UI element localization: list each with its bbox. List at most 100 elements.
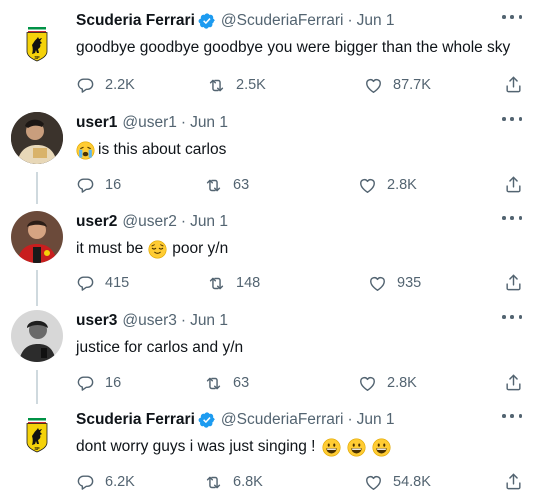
tweet-text: dont worry guys i was just singing ! bbox=[76, 438, 316, 455]
retweet-count: 148 bbox=[236, 275, 261, 291]
more-options-icon[interactable] bbox=[502, 211, 522, 225]
retweet-button[interactable]: 2.5K bbox=[207, 75, 266, 95]
tweet-header: user1 @user1 · Jun 1 bbox=[76, 112, 526, 134]
user-handle[interactable]: @ScuderiaFerrari bbox=[221, 12, 344, 30]
tweet[interactable]: user1 @user1 · Jun 1 is this about carlo… bbox=[0, 112, 540, 208]
retweet-button[interactable]: 6.8K bbox=[204, 472, 263, 492]
avatar[interactable] bbox=[11, 112, 63, 164]
ferrari-logo-icon bbox=[11, 409, 63, 461]
ferrari-logo-icon bbox=[11, 18, 63, 70]
retweet-icon bbox=[204, 176, 223, 195]
retweet-button[interactable]: 63 bbox=[204, 175, 249, 195]
user-photo-icon bbox=[11, 211, 63, 263]
share-button[interactable] bbox=[504, 75, 523, 98]
tweet[interactable]: user3 @user3 · Jun 1 justice for carlos … bbox=[0, 310, 540, 406]
display-name[interactable]: user1 bbox=[76, 114, 117, 132]
avatar[interactable] bbox=[11, 310, 63, 362]
display-name[interactable]: user2 bbox=[76, 213, 117, 231]
avatar[interactable] bbox=[11, 211, 63, 263]
tweet-actions: 16 63 2.8K bbox=[76, 373, 516, 393]
tweet-header: Scuderia Ferrari @ScuderiaFerrari · Jun … bbox=[76, 409, 526, 431]
more-options-icon[interactable] bbox=[502, 409, 522, 423]
reply-button[interactable]: 6.2K bbox=[76, 472, 135, 492]
tweet-actions: 16 63 2.8K bbox=[76, 175, 516, 195]
share-icon bbox=[504, 75, 523, 94]
retweet-button[interactable]: 63 bbox=[204, 373, 249, 393]
like-icon bbox=[358, 176, 377, 195]
ferrari-avatar[interactable] bbox=[11, 18, 63, 70]
separator-dot: · bbox=[180, 114, 187, 131]
more-options-icon[interactable] bbox=[502, 10, 522, 24]
reply-button[interactable]: 16 bbox=[76, 175, 121, 195]
share-button[interactable] bbox=[504, 273, 523, 296]
relieved-face-icon bbox=[148, 240, 167, 259]
share-icon bbox=[504, 472, 523, 491]
tweet-actions: 415 148 935 bbox=[76, 273, 516, 293]
reply-icon bbox=[76, 473, 95, 492]
tweet-text-row: dont worry guys i was just singing ! bbox=[76, 437, 526, 457]
tweet-text-row: is this about carlos bbox=[76, 140, 526, 160]
separator-dot: · bbox=[347, 12, 353, 29]
tweet-actions: 6.2K 6.8K 54.8K bbox=[76, 472, 516, 492]
display-name[interactable]: Scuderia Ferrari bbox=[76, 12, 195, 30]
reply-button[interactable]: 16 bbox=[76, 373, 121, 393]
retweet-icon bbox=[207, 274, 226, 293]
display-name[interactable]: Scuderia Ferrari bbox=[76, 411, 195, 429]
separator-dot: · bbox=[347, 411, 353, 428]
like-icon bbox=[368, 274, 387, 293]
verified-badge-icon bbox=[198, 411, 216, 429]
tweet-thread: Scuderia Ferrari @ScuderiaFerrari · Jun … bbox=[0, 0, 540, 503]
user-photo-icon bbox=[11, 112, 63, 164]
tweet-header: user2 @user2 · Jun 1 bbox=[76, 211, 526, 233]
tweet[interactable]: Scuderia Ferrari @ScuderiaFerrari · Jun … bbox=[0, 10, 540, 108]
like-button[interactable]: 935 bbox=[368, 273, 421, 293]
tweet-date[interactable]: Jun 1 bbox=[190, 312, 228, 330]
reply-button[interactable]: 415 bbox=[76, 273, 129, 293]
share-icon bbox=[504, 273, 523, 292]
retweet-icon bbox=[207, 76, 226, 95]
like-icon bbox=[358, 374, 377, 393]
grinning-face-icon bbox=[372, 438, 391, 457]
more-options-icon[interactable] bbox=[502, 310, 522, 324]
like-count: 2.8K bbox=[387, 177, 417, 193]
retweet-button[interactable]: 148 bbox=[207, 273, 260, 293]
like-count: 2.8K bbox=[387, 375, 417, 391]
share-button[interactable] bbox=[504, 373, 523, 396]
reply-count: 2.2K bbox=[105, 77, 135, 93]
tweet[interactable]: Scuderia Ferrari @ScuderiaFerrari · Jun … bbox=[0, 409, 540, 501]
retweet-icon bbox=[204, 374, 223, 393]
retweet-count: 63 bbox=[233, 375, 250, 391]
retweet-icon bbox=[204, 473, 223, 492]
tweet-date[interactable]: Jun 1 bbox=[357, 12, 395, 30]
like-icon bbox=[364, 76, 383, 95]
crying-face-icon bbox=[76, 141, 95, 160]
tweet-date[interactable]: Jun 1 bbox=[190, 114, 228, 132]
like-button[interactable]: 2.8K bbox=[358, 175, 417, 195]
reply-count: 6.2K bbox=[105, 474, 135, 490]
like-button[interactable]: 54.8K bbox=[364, 472, 431, 492]
display-name[interactable]: user3 bbox=[76, 312, 117, 330]
user-handle[interactable]: @user1 bbox=[122, 114, 177, 132]
grinning-face-icon bbox=[322, 438, 341, 457]
more-options-icon[interactable] bbox=[502, 112, 522, 126]
reply-count: 16 bbox=[105, 177, 122, 193]
retweet-count: 2.5K bbox=[236, 77, 266, 93]
user-handle[interactable]: @ScuderiaFerrari bbox=[221, 411, 344, 429]
share-button[interactable] bbox=[504, 175, 523, 198]
like-button[interactable]: 87.7K bbox=[364, 75, 431, 95]
share-button[interactable] bbox=[504, 472, 523, 495]
separator-dot: · bbox=[180, 312, 187, 329]
tweet-text: is this about carlos bbox=[98, 141, 227, 158]
like-button[interactable]: 2.8K bbox=[358, 373, 417, 393]
separator-dot: · bbox=[180, 213, 187, 230]
tweet-date[interactable]: Jun 1 bbox=[190, 213, 228, 231]
tweet-text: justice for carlos and y/n bbox=[76, 339, 244, 356]
like-count: 935 bbox=[397, 275, 422, 291]
ferrari-avatar[interactable] bbox=[11, 409, 63, 461]
tweet[interactable]: user2 @user2 · Jun 1 it must be poor y/n… bbox=[0, 211, 540, 307]
reply-icon bbox=[76, 374, 95, 393]
user-handle[interactable]: @user3 bbox=[122, 312, 177, 330]
user-handle[interactable]: @user2 bbox=[122, 213, 177, 231]
reply-button[interactable]: 2.2K bbox=[76, 75, 135, 95]
tweet-date[interactable]: Jun 1 bbox=[357, 411, 395, 429]
